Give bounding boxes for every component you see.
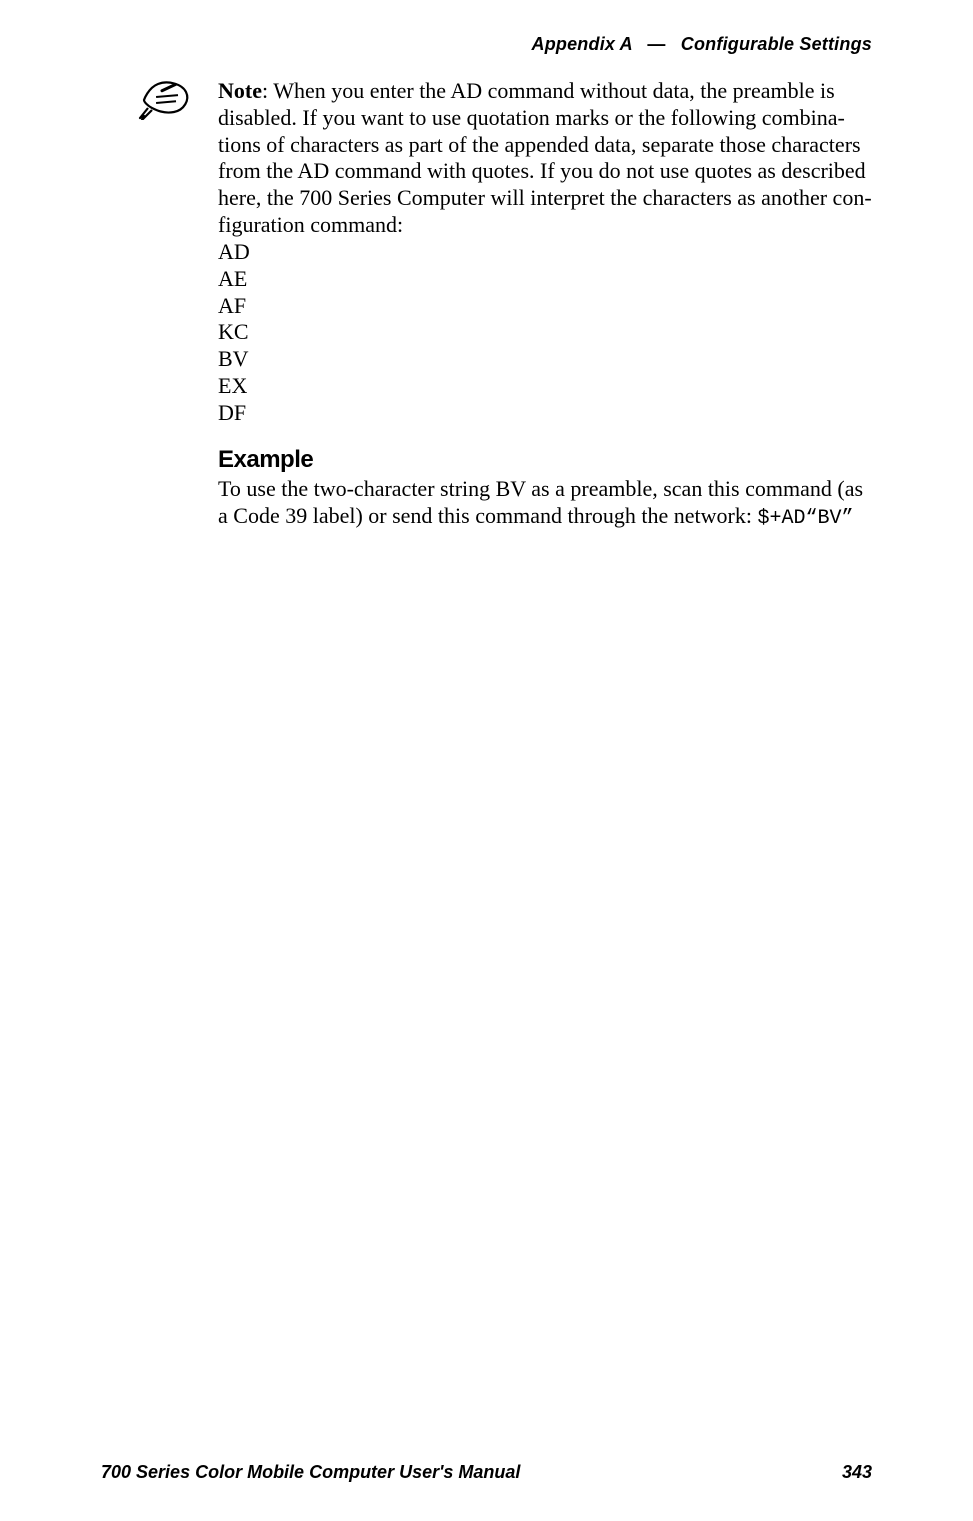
- note-code-item: KC: [218, 319, 872, 346]
- example-body: To use the two-character string BV as a …: [218, 476, 872, 531]
- main-content: Note: When you enter the AD command with…: [218, 78, 872, 531]
- note-block: Note: When you enter the AD command with…: [218, 78, 872, 427]
- note-label: Note: [218, 78, 262, 103]
- note-code-item: AE: [218, 266, 872, 293]
- example-heading: Example: [218, 445, 872, 474]
- note-body: : When you enter the AD command without …: [218, 78, 872, 237]
- note-code-item: BV: [218, 346, 872, 373]
- page-header: Appendix A — Configurable Settings: [532, 34, 873, 55]
- note-code-item: DF: [218, 400, 872, 427]
- note-icon: [138, 78, 193, 120]
- note-code-item: AF: [218, 293, 872, 320]
- example-command: $+AD“BV”: [758, 507, 854, 530]
- note-code-item: EX: [218, 373, 872, 400]
- header-section: Configurable Settings: [681, 34, 872, 54]
- footer-page-number: 343: [842, 1462, 872, 1483]
- note-code-list: AD AE AF KC BV EX DF: [218, 239, 872, 427]
- page-footer: 700 Series Color Mobile Computer User's …: [101, 1462, 872, 1483]
- footer-manual-title: 700 Series Color Mobile Computer User's …: [101, 1462, 520, 1483]
- header-dash: —: [647, 34, 665, 54]
- note-code-item: AD: [218, 239, 872, 266]
- header-appendix: Appendix A: [532, 34, 633, 54]
